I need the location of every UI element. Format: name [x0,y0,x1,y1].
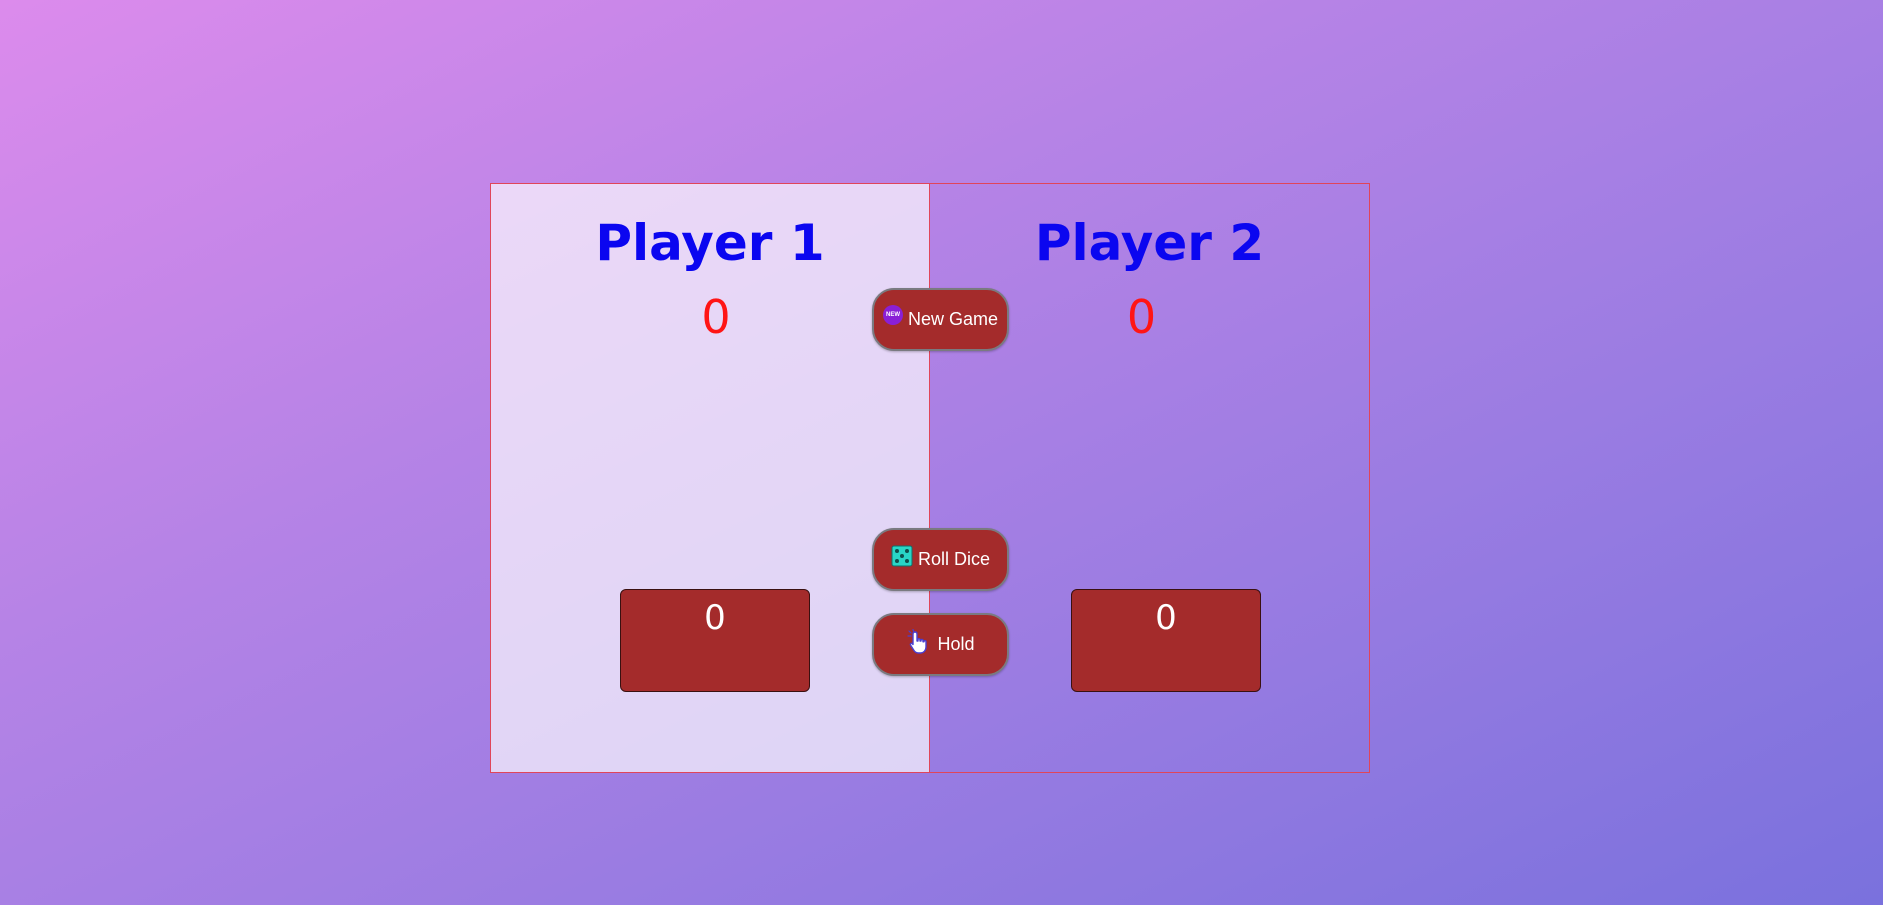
player-1-current-score-box: 0 [620,589,810,692]
new-game-label: New Game [907,309,999,329]
game-board: Player 1 0 0 Player 2 0 0 [490,183,1370,773]
hold-label: Hold [937,634,975,654]
player-2-current-score-box: 0 [1071,589,1261,692]
player-2-current-score: 0 [1155,598,1177,638]
roll-dice-button[interactable]: Roll Dice [872,528,1009,591]
dice-icon [891,545,913,567]
new-badge-icon: NEW [882,304,903,325]
player-1-total-score: 0 [701,290,731,344]
player-2-panel: Player 2 0 0 [930,183,1370,773]
player-1-name: Player 1 [595,214,825,272]
hand-pointer-icon [906,628,932,655]
roll-dice-label: Roll Dice [917,549,991,569]
new-game-button[interactable]: NEW New Game [872,288,1009,351]
player-1-current-score: 0 [704,598,726,638]
player-1-panel: Player 1 0 0 [490,183,930,773]
hold-button[interactable]: Hold [872,613,1009,676]
player-2-name: Player 2 [1034,214,1265,272]
